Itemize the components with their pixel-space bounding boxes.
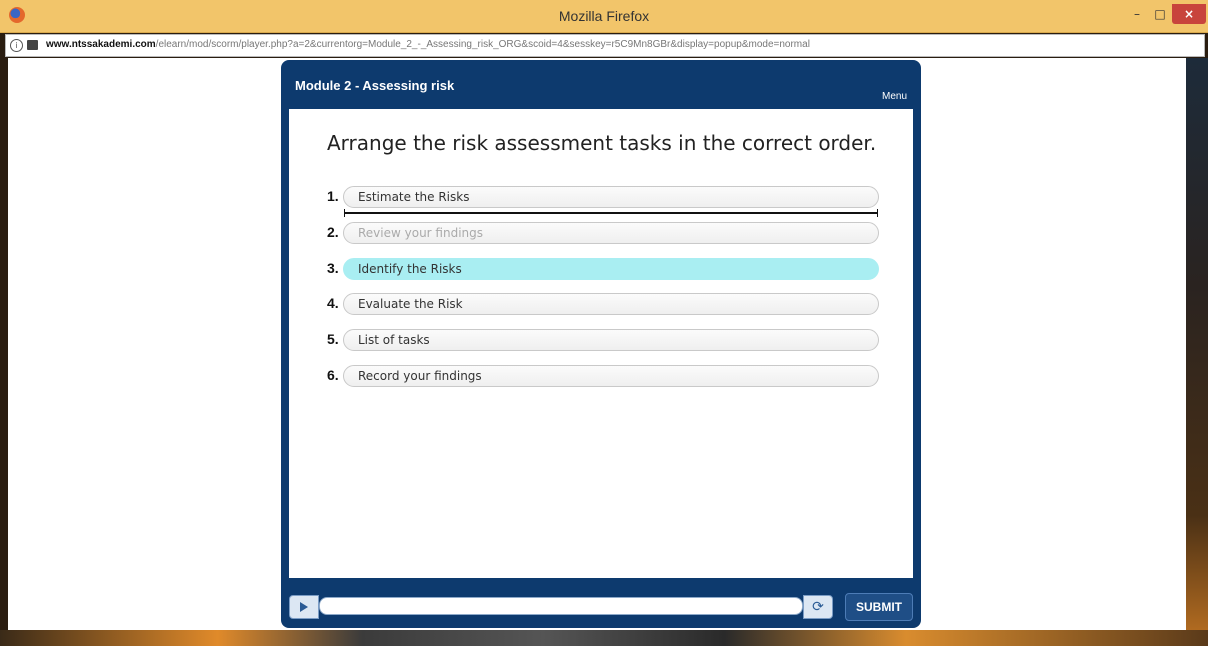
menu-link[interactable]: Menu — [882, 91, 907, 102]
item-label: Record your findings — [358, 369, 482, 383]
progress-bar[interactable] — [319, 597, 803, 615]
item-label: Estimate the Risks — [358, 190, 470, 204]
submit-button[interactable]: SUBMIT — [845, 593, 913, 621]
question-panel: Arrange the risk assessment tasks in the… — [289, 109, 913, 578]
item-pill-selected[interactable]: Identify the Risks — [343, 258, 879, 280]
item-label: Evaluate the Risk — [358, 297, 463, 311]
scorm-player: Module 2 - Assessing risk Menu Arrange t… — [281, 60, 921, 628]
module-title: Module 2 - Assessing risk — [295, 78, 455, 93]
item-pill[interactable]: Evaluate the Risk — [343, 293, 879, 315]
address-bar[interactable]: i www.ntssakademi.com/elearn/mod/scorm/p… — [5, 34, 1205, 57]
player-controls: ⟳ SUBMIT — [289, 593, 913, 621]
page-icon — [27, 40, 38, 50]
window-titlebar: Mozilla Firefox – □ × — [0, 0, 1208, 33]
item-label: List of tasks — [358, 333, 430, 347]
url-domain: www.ntssakademi.com — [46, 39, 156, 50]
url-path: /elearn/mod/scorm/player.php?a=2&current… — [155, 39, 810, 50]
minimize-button[interactable]: – — [1126, 4, 1148, 24]
url-text[interactable]: www.ntssakademi.com/elearn/mod/scorm/pla… — [46, 39, 810, 50]
item-pill[interactable]: List of tasks — [343, 329, 879, 351]
reload-icon[interactable]: ⟳ — [803, 595, 833, 619]
item-label: Identify the Risks — [358, 262, 462, 276]
item-pill[interactable]: Record your findings — [343, 365, 879, 387]
window-title: Mozilla Firefox — [558, 8, 650, 24]
question-text: Arrange the risk assessment tasks in the… — [327, 131, 877, 155]
item-pill[interactable]: Review your findings — [343, 222, 879, 244]
drop-indicator — [344, 209, 878, 217]
desktop-background-right — [1186, 58, 1208, 630]
desktop-background — [0, 630, 1208, 646]
item-label: Review your findings — [358, 226, 484, 240]
item-pill[interactable]: Estimate the Risks — [343, 186, 879, 208]
close-button[interactable]: × — [1172, 4, 1206, 24]
info-icon[interactable]: i — [10, 39, 23, 52]
maximize-button[interactable]: □ — [1150, 4, 1170, 24]
play-icon[interactable] — [289, 595, 319, 619]
